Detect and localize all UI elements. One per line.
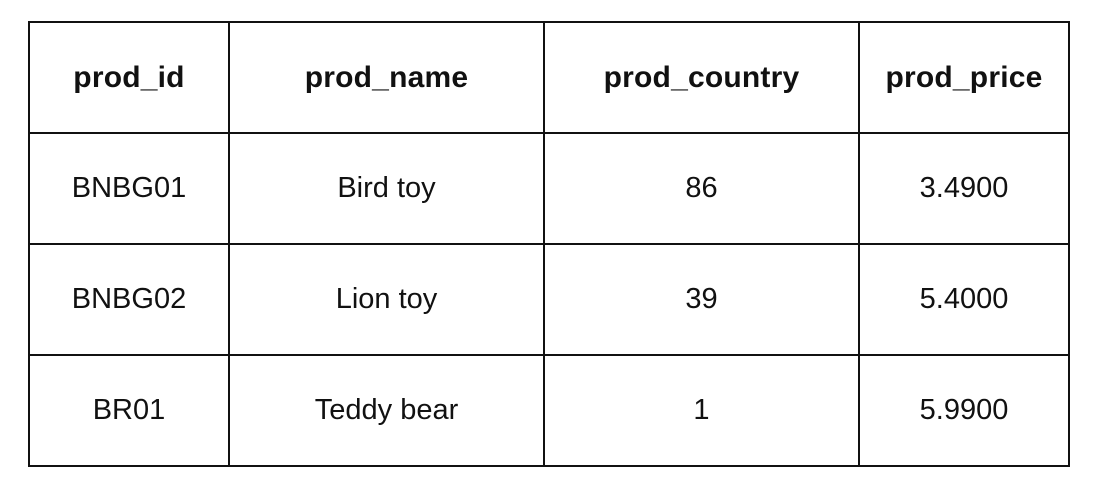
cell-prod-country: 39 — [543, 243, 860, 356]
cell-prod-name: Lion toy — [228, 243, 545, 356]
table-row: BNBG01 Bird toy 86 3.4900 — [28, 132, 1070, 245]
products-table: prod_id prod_name prod_country prod_pric… — [28, 21, 1070, 467]
cell-prod-id: BR01 — [28, 354, 230, 467]
table-row: BR01 Teddy bear 1 5.9900 — [28, 354, 1070, 467]
header-prod-id: prod_id — [28, 21, 230, 134]
cell-prod-name: Bird toy — [228, 132, 545, 245]
cell-prod-country: 86 — [543, 132, 860, 245]
cell-prod-price: 5.9900 — [858, 354, 1070, 467]
cell-prod-id: BNBG02 — [28, 243, 230, 356]
products-table-container: prod_id prod_name prod_country prod_pric… — [28, 21, 1070, 467]
header-prod-country: prod_country — [543, 21, 860, 134]
cell-prod-price: 3.4900 — [858, 132, 1070, 245]
cell-prod-id: BNBG01 — [28, 132, 230, 245]
table-row: BNBG02 Lion toy 39 5.4000 — [28, 243, 1070, 356]
header-prod-price: prod_price — [858, 21, 1070, 134]
cell-prod-country: 1 — [543, 354, 860, 467]
cell-prod-name: Teddy bear — [228, 354, 545, 467]
header-row: prod_id prod_name prod_country prod_pric… — [28, 21, 1070, 134]
cell-prod-price: 5.4000 — [858, 243, 1070, 356]
header-prod-name: prod_name — [228, 21, 545, 134]
